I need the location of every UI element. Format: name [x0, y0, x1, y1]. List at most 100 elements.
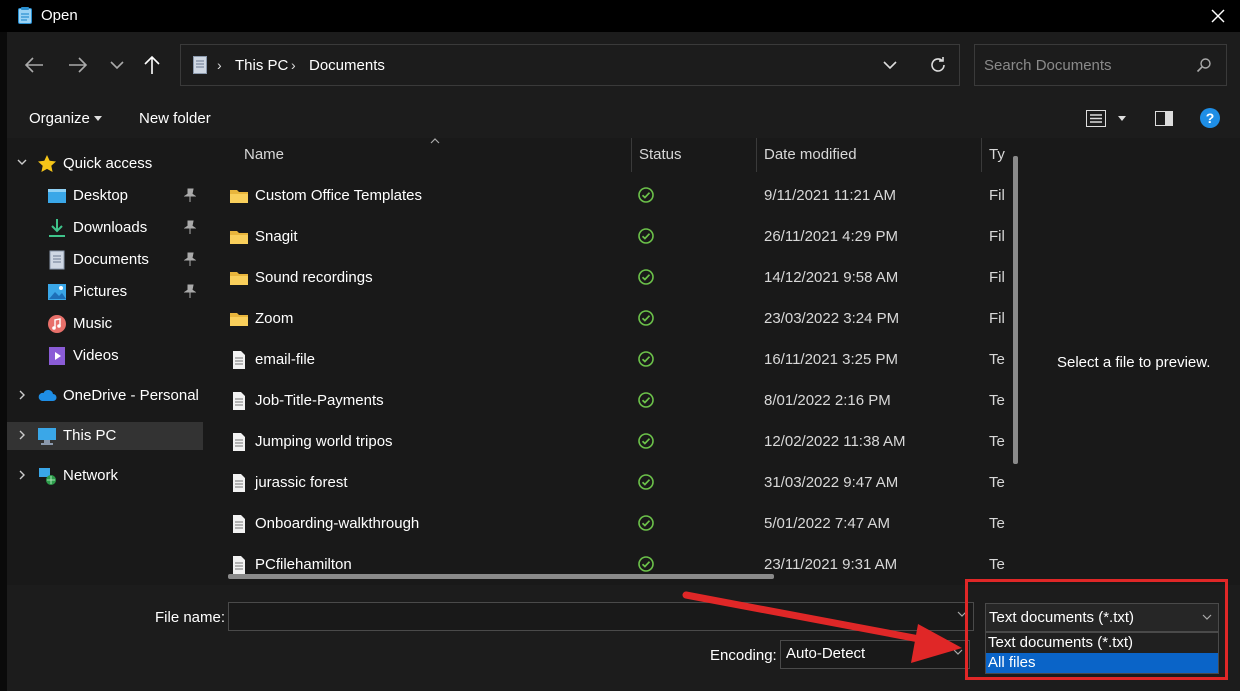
pin-icon[interactable]	[184, 252, 196, 266]
notepad-icon	[18, 7, 32, 24]
sidebar-item-desktop[interactable]: Desktop	[7, 182, 203, 210]
sidebar-item-label: OneDrive - Personal	[63, 387, 199, 404]
file-row[interactable]: PCfilehamilton 23/11/2021 9:31 AM Te	[207, 545, 1017, 585]
file-row[interactable]: Zoom 23/03/2022 3:24 PM Fil	[207, 299, 1017, 340]
column-header-name[interactable]: Name	[244, 146, 284, 163]
vertical-scrollbar[interactable]	[1013, 156, 1018, 464]
title-bar: Open	[0, 0, 1240, 32]
file-name-label: File name:	[155, 609, 226, 626]
file-row[interactable]: Onboarding-walkthrough 5/01/2022 7:47 AM T…	[207, 504, 1017, 545]
arrow-up-icon[interactable]	[143, 55, 161, 75]
view-options-icon[interactable]	[1086, 110, 1106, 127]
column-header-type[interactable]: Ty	[989, 146, 1005, 163]
pictures-icon	[48, 284, 66, 300]
up-button[interactable]	[139, 52, 165, 78]
pin-icon[interactable]	[184, 188, 196, 202]
sidebar-item-documents[interactable]: Documents	[7, 246, 203, 274]
chevron-right-icon[interactable]	[17, 468, 27, 482]
column-divider[interactable]	[756, 138, 757, 172]
help-icon[interactable]: ?	[1200, 108, 1220, 128]
computer-icon	[38, 428, 56, 445]
text-file-icon	[233, 351, 245, 369]
horizontal-scrollbar[interactable]	[228, 574, 774, 579]
desktop-icon	[48, 189, 66, 203]
new-folder-button[interactable]: New folder	[139, 110, 211, 127]
file-date: 16/11/2021 3:25 PM	[764, 351, 898, 368]
breadcrumb-separator-icon: ›	[217, 57, 222, 73]
file-row[interactable]: Jumping world tripos 12/02/2022 11:38 AM T…	[207, 422, 1017, 463]
file-date: 9/11/2021 11:21 AM	[764, 187, 897, 204]
encoding-select[interactable]: Auto-Detect	[780, 640, 970, 669]
file-list: Name Status Date modified Ty Custom Offi…	[207, 138, 1020, 585]
window-edge	[0, 32, 7, 691]
refresh-icon[interactable]	[929, 56, 947, 74]
sync-ok-icon	[638, 474, 654, 490]
file-name: Custom Office Templates	[255, 187, 423, 204]
open-dialog: Open › This PC › Documents Search Docume…	[0, 0, 1240, 691]
column-header-status[interactable]: Status	[639, 146, 682, 163]
preview-pane-icon[interactable]	[1155, 111, 1173, 126]
search-box[interactable]: Search Documents	[974, 44, 1227, 86]
sidebar-item-pictures[interactable]: Pictures	[7, 278, 203, 306]
arrow-left-icon[interactable]	[24, 56, 44, 74]
back-button[interactable]	[21, 52, 47, 78]
column-header-date-modified[interactable]: Date modified	[764, 146, 857, 163]
file-type: Fil	[989, 310, 1005, 327]
file-row[interactable]: Sound recordings 14/12/2021 9:58 AM Fil	[207, 258, 1017, 299]
breadcrumb-documents[interactable]: Documents	[309, 57, 385, 74]
forward-button[interactable]	[65, 52, 91, 78]
file-type: Te	[989, 556, 1005, 573]
sync-ok-icon	[638, 392, 654, 408]
sidebar-item-this-pc[interactable]: This PC	[7, 422, 203, 450]
pin-icon[interactable]	[184, 284, 196, 298]
sidebar-item-videos[interactable]: Videos	[7, 342, 203, 370]
file-date: 31/03/2022 9:47 AM	[764, 474, 899, 491]
file-row[interactable]: Snagit 26/11/2021 4:29 PM Fil	[207, 217, 1017, 258]
chevron-down-icon[interactable]	[17, 156, 27, 170]
recent-locations-button[interactable]	[104, 52, 130, 78]
file-date: 23/03/2022 3:24 PM	[764, 310, 900, 327]
search-input[interactable]: Search Documents	[984, 57, 1112, 74]
column-divider[interactable]	[631, 138, 632, 172]
sidebar-item-label: Pictures	[73, 283, 128, 300]
file-name-input[interactable]	[228, 602, 974, 631]
file-name: Job-Title-Payments	[255, 392, 384, 409]
sidebar-item-music[interactable]: Music	[7, 310, 203, 338]
file-row[interactable]: email-file 16/11/2021 3:25 PM Te	[207, 340, 1017, 381]
arrow-right-icon[interactable]	[68, 56, 88, 74]
sidebar-item-onedrive[interactable]: OneDrive - Personal	[7, 382, 203, 410]
documents-icon	[49, 250, 65, 270]
chevron-down-icon[interactable]	[953, 649, 963, 655]
sidebar-item-label: Downloads	[73, 219, 148, 236]
close-icon[interactable]	[1211, 9, 1225, 23]
file-type: Te	[989, 392, 1005, 409]
sidebar-item-quick-access[interactable]: Quick access	[7, 150, 203, 178]
breadcrumb-this-pc[interactable]: This PC	[235, 57, 288, 74]
file-type: Fil	[989, 187, 1005, 204]
pin-icon[interactable]	[184, 220, 196, 234]
sidebar-item-label: Videos	[73, 347, 119, 364]
search-icon[interactable]	[1196, 57, 1212, 73]
file-row[interactable]: Custom Office Templates 9/11/2021 11:21 A…	[207, 176, 1017, 217]
caret-down-icon[interactable]	[1118, 116, 1126, 121]
organize-button[interactable]: Organize	[29, 110, 90, 127]
close-button[interactable]	[1204, 2, 1232, 30]
caret-down-icon[interactable]	[94, 116, 102, 121]
sync-ok-icon	[638, 269, 654, 285]
file-name: Onboarding-walkthrough	[255, 515, 420, 532]
file-row[interactable]: jurassic forest 31/03/2022 9:47 AM Te	[207, 463, 1017, 504]
file-row[interactable]: Job-Title-Payments 8/01/2022 2:16 PM Te	[207, 381, 1017, 422]
address-bar[interactable]: › This PC › Documents	[180, 44, 960, 86]
videos-icon	[49, 347, 65, 365]
chevron-right-icon[interactable]	[17, 388, 27, 402]
column-divider[interactable]	[981, 138, 982, 172]
text-file-icon	[233, 556, 245, 574]
chevron-down-icon[interactable]	[110, 60, 124, 70]
sidebar-item-downloads[interactable]: Downloads	[7, 214, 203, 242]
chevron-right-icon[interactable]	[17, 428, 27, 442]
encoding-label: Encoding:	[710, 647, 777, 664]
file-type: Te	[989, 515, 1005, 532]
sidebar-item-network[interactable]: Network	[7, 462, 203, 490]
svg-text:?: ?	[1206, 110, 1215, 126]
chevron-down-icon[interactable]	[883, 61, 897, 70]
